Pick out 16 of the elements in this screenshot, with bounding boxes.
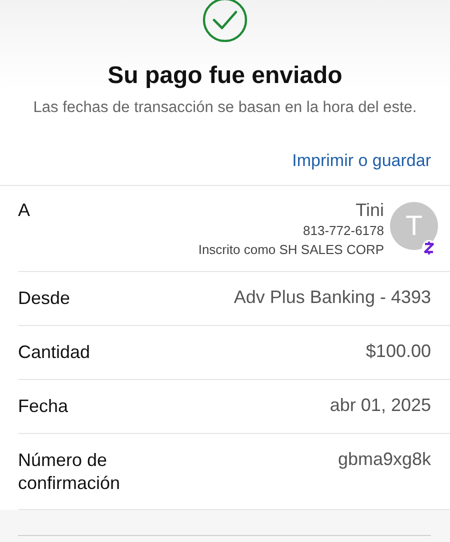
row-label: Número de confirmación: [18, 449, 122, 495]
row-label: A: [18, 200, 30, 221]
z-badge-icon: [422, 240, 436, 256]
enrolled-as-text: Inscrito como SH SALES CORP: [198, 241, 384, 259]
recipient-phone: 813-772-6178: [303, 222, 384, 240]
row-label: Cantidad: [18, 341, 92, 364]
row-value: abr 01, 2025: [330, 395, 431, 416]
row-label: Desde: [18, 287, 72, 310]
recipient-name: Tini: [356, 200, 384, 221]
row-value: $100.00: [366, 341, 431, 362]
row-value: gbma9xg8k: [338, 449, 431, 470]
row-label: Fecha: [18, 395, 70, 418]
page-title: Su pago fue enviado: [108, 62, 342, 90]
subtitle-text: Las fechas de transacción se basan en la hora del este.: [33, 99, 417, 117]
row-value: Adv Plus Banking - 4393: [234, 287, 431, 308]
print-or-save-link[interactable]: Imprimir o guardar: [292, 151, 431, 171]
